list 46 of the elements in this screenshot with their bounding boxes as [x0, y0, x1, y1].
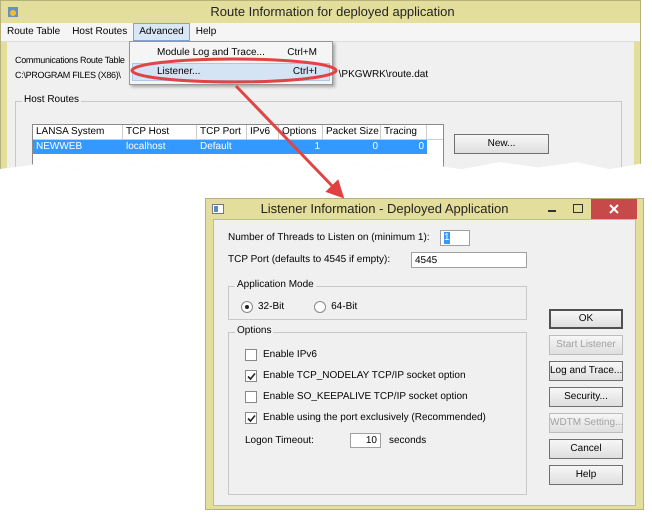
checkbox[interactable] — [245, 370, 257, 382]
radio-button[interactable] — [314, 301, 326, 313]
checkbox[interactable] — [245, 349, 257, 361]
dialog-button[interactable]: Cancel — [549, 439, 623, 459]
route-path: C:\PROGRAM FILES (X86)\ — [15, 69, 121, 81]
field-label: Number of Threads to Listen on (minimum 1): — [228, 232, 430, 244]
window-title: Route Information for deployed application — [209, 6, 456, 18]
timeout-field[interactable]: 10 — [350, 433, 381, 448]
menu-item[interactable]: Route Table — [1, 23, 66, 41]
menu-item[interactable]: Host Routes — [66, 23, 134, 41]
radio-label: 32-Bit — [258, 301, 284, 313]
group-label: Options — [235, 325, 274, 337]
tcp-port-field[interactable]: 4545 — [411, 252, 527, 268]
checkbox-label: Enable using the port exclusively (Recommended) — [263, 412, 486, 424]
checkbox-label: Enable SO_KEEPALIVE TCP/IP socket option — [263, 391, 468, 403]
checkbox-label: Enable IPv6 — [263, 349, 317, 361]
checkbox-label: Enable TCP_NODELAY TCP/IP socket option — [263, 370, 466, 382]
menu-item[interactable]: Help — [190, 23, 222, 41]
close-icon[interactable] — [591, 199, 637, 219]
unit-label: seconds — [389, 434, 426, 446]
field-label: TCP Port (defaults to 4545 if empty): — [228, 254, 390, 266]
dialog-button[interactable]: OK — [549, 309, 623, 329]
radio-label: 64-Bit — [331, 301, 358, 313]
window-title: Listener Information - Deployed Application — [260, 203, 510, 215]
column-header[interactable]: Packet Size — [323, 125, 381, 139]
route-path: \PKGWRK\route.dat — [338, 69, 428, 81]
app-icon — [212, 203, 224, 215]
column-header[interactable]: TCP Port — [197, 125, 247, 139]
radio-button[interactable] — [241, 301, 253, 313]
column-header[interactable]: TCP Host — [123, 125, 197, 139]
route-table-label: Communications Route Table — [15, 54, 126, 66]
checkbox[interactable] — [245, 412, 257, 424]
group-label: Application Mode — [235, 279, 316, 291]
app-icon — [7, 6, 19, 18]
menu-item[interactable]: Advanced — [133, 23, 190, 41]
column-header[interactable]: Tracing — [381, 125, 427, 139]
column-header[interactable]: LANSA System — [33, 125, 123, 139]
dialog-button[interactable]: Log and Trace... — [549, 361, 623, 381]
field-label: Logon Timeout: — [245, 434, 315, 446]
checkbox[interactable] — [245, 391, 257, 403]
dialog-button[interactable]: Security... — [549, 387, 623, 407]
menu-entry[interactable]: Module Log and Trace... Ctrl+M — [132, 44, 330, 62]
new-button[interactable]: New... — [454, 134, 549, 154]
column-header[interactable]: IPv6 — [247, 125, 279, 139]
dialog-button[interactable]: Help — [549, 465, 623, 485]
column-header[interactable]: Options — [279, 125, 323, 139]
